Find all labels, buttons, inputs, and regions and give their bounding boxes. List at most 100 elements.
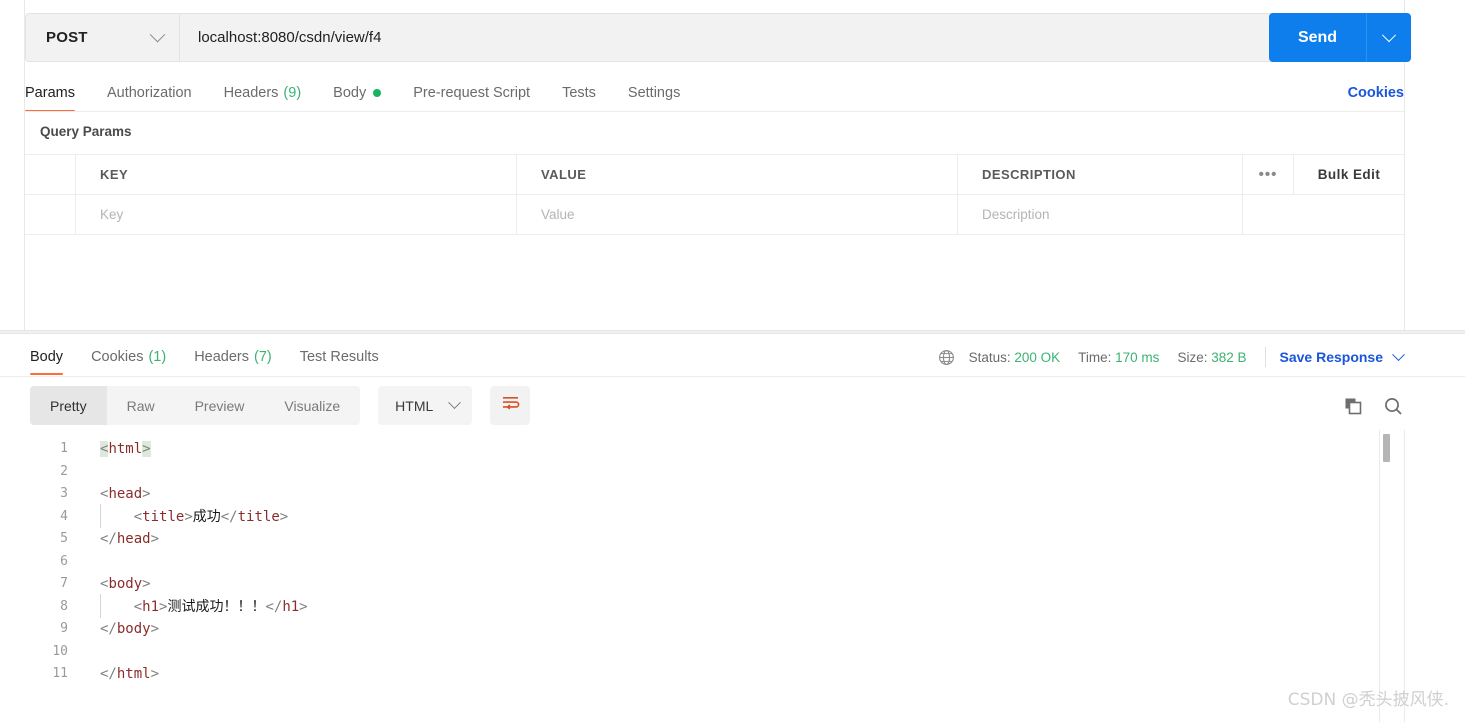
- code-token: body: [108, 576, 143, 592]
- code-line-content: </html>: [78, 663, 159, 686]
- word-wrap-button[interactable]: [490, 386, 531, 425]
- tab-body[interactable]: Body: [333, 76, 382, 110]
- code-token: head: [116, 531, 151, 547]
- code-line-content: </head>: [78, 528, 159, 551]
- code-token: </: [100, 531, 117, 547]
- response-view-toolbar: Pretty Raw Preview Visualize HTML: [30, 386, 531, 425]
- line-number: 3: [60, 486, 68, 501]
- pane-resize-divider[interactable]: [0, 330, 1465, 334]
- response-tab-test-results[interactable]: Test Results: [300, 340, 379, 374]
- vertical-scrollbar[interactable]: [1383, 434, 1390, 462]
- language-select[interactable]: HTML: [378, 386, 473, 425]
- response-tab-cookies[interactable]: Cookies (1): [91, 340, 166, 374]
- code-token: title: [237, 508, 280, 525]
- code-token: >: [184, 508, 193, 525]
- row-checkbox-cell[interactable]: [25, 195, 76, 234]
- tab-label: Params: [25, 85, 75, 101]
- request-tabs-divider: [25, 111, 1404, 112]
- header-value: VALUE: [517, 155, 958, 194]
- bulk-edit-button[interactable]: Bulk Edit: [1294, 155, 1404, 194]
- line-number: 4: [60, 508, 68, 524]
- bulk-edit-label: Bulk Edit: [1317, 167, 1381, 182]
- tab-label: Settings: [627, 85, 681, 101]
- table-options-button[interactable]: •••: [1243, 155, 1294, 194]
- send-button-group: Send: [1269, 13, 1411, 62]
- row-options-cell: [1243, 195, 1294, 234]
- code-token: title: [142, 508, 185, 525]
- line-number: 10: [52, 643, 68, 659]
- url-text: localhost:8080/csdn/view/f4: [198, 29, 382, 46]
- language-label: HTML: [395, 397, 434, 414]
- code-area-outer-border: [1404, 430, 1405, 722]
- code-token: >: [150, 666, 160, 682]
- url-bar: POST localhost:8080/csdn/view/f4: [25, 13, 1404, 62]
- view-mode-pretty[interactable]: Pretty: [30, 386, 107, 425]
- line-number: 1: [60, 441, 68, 456]
- response-body-code-viewer[interactable]: 1 <html> 2 3 <head> 4 <title>成功</title> 5 </hea…: [0, 430, 1465, 722]
- view-mode-segmented-control: Pretty Raw Preview Visualize: [30, 386, 361, 425]
- save-response-button[interactable]: Save Response: [1280, 347, 1405, 365]
- cookies-link[interactable]: Cookies: [1348, 76, 1404, 110]
- tab-label: Headers: [194, 349, 249, 365]
- status-info: Status: 200 OK: [969, 350, 1061, 365]
- header-key: KEY: [76, 155, 517, 194]
- tab-tests[interactable]: Tests: [562, 76, 596, 110]
- request-tabs: Params Authorization Headers (9) Body Pr…: [25, 76, 1404, 112]
- tab-authorization[interactable]: Authorization: [107, 76, 192, 110]
- chevron-down-icon: [149, 26, 166, 43]
- response-tabs: Body Cookies (1) Headers (7) Test Result…: [30, 340, 407, 375]
- status-value: 200 OK: [1014, 349, 1061, 365]
- query-params-title: Query Params: [40, 124, 132, 139]
- code-token: >: [279, 508, 289, 525]
- search-icon[interactable]: [1383, 396, 1403, 416]
- code-token: html: [108, 441, 143, 457]
- copy-icon[interactable]: [1343, 396, 1363, 416]
- code-line-content: <h1>测试成功！！！</h1>: [78, 593, 308, 619]
- body-present-dot-icon: [373, 89, 382, 97]
- tab-count: (1): [148, 349, 167, 365]
- response-tab-headers[interactable]: Headers (7): [194, 340, 272, 374]
- url-input[interactable]: localhost:8080/csdn/view/f4: [180, 13, 1404, 62]
- tab-label: Body: [333, 85, 367, 101]
- indent-guide: [100, 593, 101, 618]
- header-description: DESCRIPTION: [958, 155, 1243, 194]
- size-label: Size:: [1177, 349, 1208, 365]
- code-token: h1: [142, 598, 160, 615]
- code-token: >: [142, 486, 151, 502]
- view-mode-preview[interactable]: Preview: [175, 386, 265, 425]
- watermark: CSDN @秃头披风侠.: [1287, 690, 1449, 710]
- view-mode-raw[interactable]: Raw: [107, 386, 175, 425]
- line-number: 11: [52, 666, 68, 681]
- line-number: 7: [60, 576, 68, 591]
- send-options-button[interactable]: [1366, 13, 1411, 62]
- code-token: </: [100, 666, 117, 682]
- code-token: <: [100, 598, 143, 615]
- header-checkbox-cell: [25, 155, 76, 194]
- code-line: 10: [0, 641, 308, 664]
- code-line: 11 </html>: [0, 663, 308, 686]
- http-method-select[interactable]: POST: [25, 13, 180, 62]
- tab-count: (9): [283, 85, 302, 101]
- row-key-input[interactable]: Key: [76, 195, 517, 234]
- row-value-input[interactable]: Value: [517, 195, 958, 234]
- chevron-down-icon: [1392, 347, 1405, 361]
- tab-pre-request-script[interactable]: Pre-request Script: [413, 76, 530, 110]
- code-token: </: [100, 621, 117, 637]
- tab-settings[interactable]: Settings: [628, 76, 680, 110]
- size-value: 382 B: [1211, 349, 1247, 365]
- tab-label: Pre-request Script: [413, 85, 531, 101]
- send-button[interactable]: Send: [1269, 13, 1366, 62]
- query-params-table: KEY VALUE DESCRIPTION ••• Bulk Edit Key …: [25, 154, 1404, 235]
- code-line: 4 <title>成功</title>: [0, 503, 308, 529]
- code-token: >: [150, 621, 160, 637]
- view-mode-visualize[interactable]: Visualize: [264, 386, 360, 425]
- code-line: 2: [0, 461, 308, 484]
- code-token: html: [116, 666, 151, 682]
- response-meta: Status: 200 OK Time: 170 ms Size: 382 B …: [938, 340, 1405, 374]
- line-number: 5: [60, 531, 68, 546]
- word-wrap-icon: [501, 395, 520, 416]
- tab-headers[interactable]: Headers (9): [224, 76, 302, 110]
- tab-params[interactable]: Params: [25, 76, 75, 112]
- row-description-input[interactable]: Description: [958, 195, 1243, 234]
- response-tab-body[interactable]: Body: [30, 340, 64, 375]
